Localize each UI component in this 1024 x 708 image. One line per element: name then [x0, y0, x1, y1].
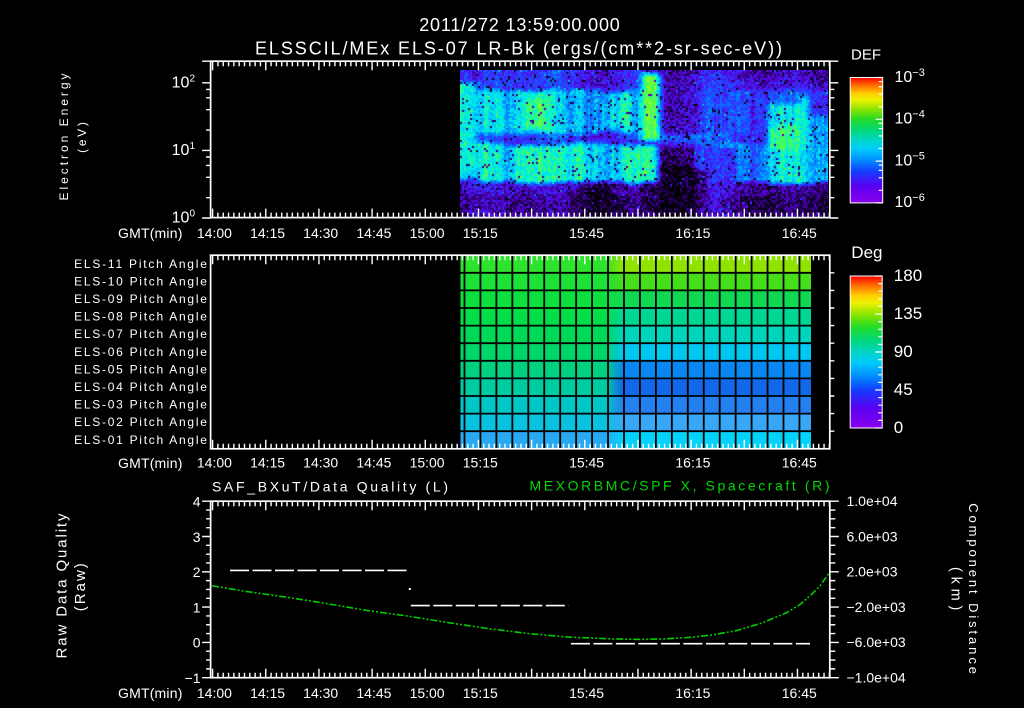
- svg-text:MEXORBMC/SPF X, Spacecraft (R): MEXORBMC/SPF X, Spacecraft (R): [530, 478, 830, 494]
- svg-text:Deg: Deg: [851, 243, 882, 262]
- svg-text:10−5: 10−5: [895, 150, 925, 169]
- svg-text:14:00: 14:00: [197, 225, 232, 241]
- svg-text:GMT(min): GMT(min): [118, 455, 182, 471]
- svg-text:GMT(min): GMT(min): [118, 225, 182, 241]
- svg-text:ELS-02 Pitch Angle: ELS-02 Pitch Angle: [74, 415, 207, 429]
- svg-text:3: 3: [193, 529, 201, 545]
- svg-text:ELS-04 Pitch Angle: ELS-04 Pitch Angle: [74, 380, 207, 394]
- svg-text:6.0e+03: 6.0e+03: [847, 528, 898, 544]
- svg-text:ELS-01 Pitch Angle: ELS-01 Pitch Angle: [74, 433, 207, 447]
- svg-text:90: 90: [894, 342, 913, 361]
- svg-text:ELS-09 Pitch Angle: ELS-09 Pitch Angle: [74, 292, 207, 306]
- svg-text:15:00: 15:00: [410, 455, 445, 471]
- svg-text:15:45: 15:45: [569, 685, 604, 701]
- svg-text:14:30: 14:30: [303, 455, 338, 471]
- svg-text:(eV): (eV): [75, 122, 89, 153]
- svg-text:14:30: 14:30: [303, 685, 338, 701]
- svg-text:15:15: 15:15: [463, 455, 498, 471]
- svg-text:ELS-10 Pitch Angle: ELS-10 Pitch Angle: [74, 274, 207, 288]
- svg-text:1: 1: [193, 599, 201, 615]
- svg-text:14:30: 14:30: [303, 225, 338, 241]
- svg-text:14:45: 14:45: [356, 225, 391, 241]
- svg-text:ELS-07 Pitch Angle: ELS-07 Pitch Angle: [74, 327, 207, 341]
- svg-text:(km): (km): [948, 567, 964, 610]
- svg-text:14:00: 14:00: [197, 455, 232, 471]
- svg-text:15:00: 15:00: [410, 225, 445, 241]
- svg-text:14:45: 14:45: [356, 685, 391, 701]
- svg-text:GMT(min): GMT(min): [118, 685, 182, 701]
- svg-text:16:45: 16:45: [782, 455, 817, 471]
- svg-text:16:15: 16:15: [675, 225, 710, 241]
- svg-text:4: 4: [193, 494, 201, 510]
- svg-text:ELS-06 Pitch Angle: ELS-06 Pitch Angle: [74, 345, 207, 359]
- svg-text:16:15: 16:15: [675, 685, 710, 701]
- svg-text:SAF_BXuT/Data Quality (L): SAF_BXuT/Data Quality (L): [212, 479, 448, 495]
- svg-text:Raw Data Quality: Raw Data Quality: [54, 513, 71, 659]
- svg-text:10−4: 10−4: [895, 109, 925, 128]
- svg-text:45: 45: [894, 380, 913, 399]
- svg-text:14:45: 14:45: [356, 455, 391, 471]
- svg-text:102: 102: [172, 73, 196, 91]
- svg-text:100: 100: [172, 209, 196, 227]
- svg-text:15:45: 15:45: [569, 225, 604, 241]
- svg-text:−2.0e+03: −2.0e+03: [847, 599, 906, 615]
- svg-text:135: 135: [894, 304, 922, 323]
- svg-text:2011/272 13:59:00.000: 2011/272 13:59:00.000: [419, 15, 620, 35]
- svg-text:14:00: 14:00: [197, 685, 232, 701]
- svg-text:14:15: 14:15: [250, 225, 285, 241]
- svg-text:(Raw): (Raw): [72, 563, 89, 611]
- svg-text:0: 0: [894, 418, 903, 437]
- svg-text:15:45: 15:45: [569, 455, 604, 471]
- svg-text:Component Distance: Component Distance: [966, 503, 981, 674]
- svg-text:−1: −1: [185, 670, 201, 686]
- svg-text:−1.0e+04: −1.0e+04: [847, 670, 906, 686]
- svg-text:1.0e+04: 1.0e+04: [847, 493, 898, 509]
- svg-text:ELSSCIL/MEx ELS-07 LR-Bk (ergs: ELSSCIL/MEx ELS-07 LR-Bk (ergs/(cm**2-sr…: [255, 39, 782, 59]
- svg-text:10−3: 10−3: [895, 67, 925, 86]
- svg-text:10−6: 10−6: [895, 192, 925, 211]
- svg-text:−6.0e+03: −6.0e+03: [847, 634, 906, 650]
- svg-text:15:15: 15:15: [463, 685, 498, 701]
- svg-text:14:15: 14:15: [250, 685, 285, 701]
- svg-text:2: 2: [193, 564, 201, 580]
- svg-text:16:15: 16:15: [675, 455, 710, 471]
- svg-text:ELS-11 Pitch Angle: ELS-11 Pitch Angle: [74, 257, 207, 271]
- svg-text:101: 101: [172, 141, 196, 159]
- svg-text:14:15: 14:15: [250, 455, 285, 471]
- svg-text:ELS-03 Pitch Angle: ELS-03 Pitch Angle: [74, 398, 207, 412]
- svg-text:15:00: 15:00: [410, 685, 445, 701]
- svg-text:ELS-05 Pitch Angle: ELS-05 Pitch Angle: [74, 362, 207, 376]
- svg-text:16:45: 16:45: [782, 685, 817, 701]
- svg-text:0: 0: [193, 635, 201, 651]
- svg-text:16:45: 16:45: [782, 225, 817, 241]
- svg-text:ELS-08 Pitch Angle: ELS-08 Pitch Angle: [74, 310, 207, 324]
- svg-text:DEF: DEF: [851, 46, 881, 63]
- svg-text:15:15: 15:15: [463, 225, 498, 241]
- svg-text:2.0e+03: 2.0e+03: [847, 564, 898, 580]
- svg-text:180: 180: [894, 266, 922, 285]
- svg-text:Electron Energy: Electron Energy: [57, 74, 71, 201]
